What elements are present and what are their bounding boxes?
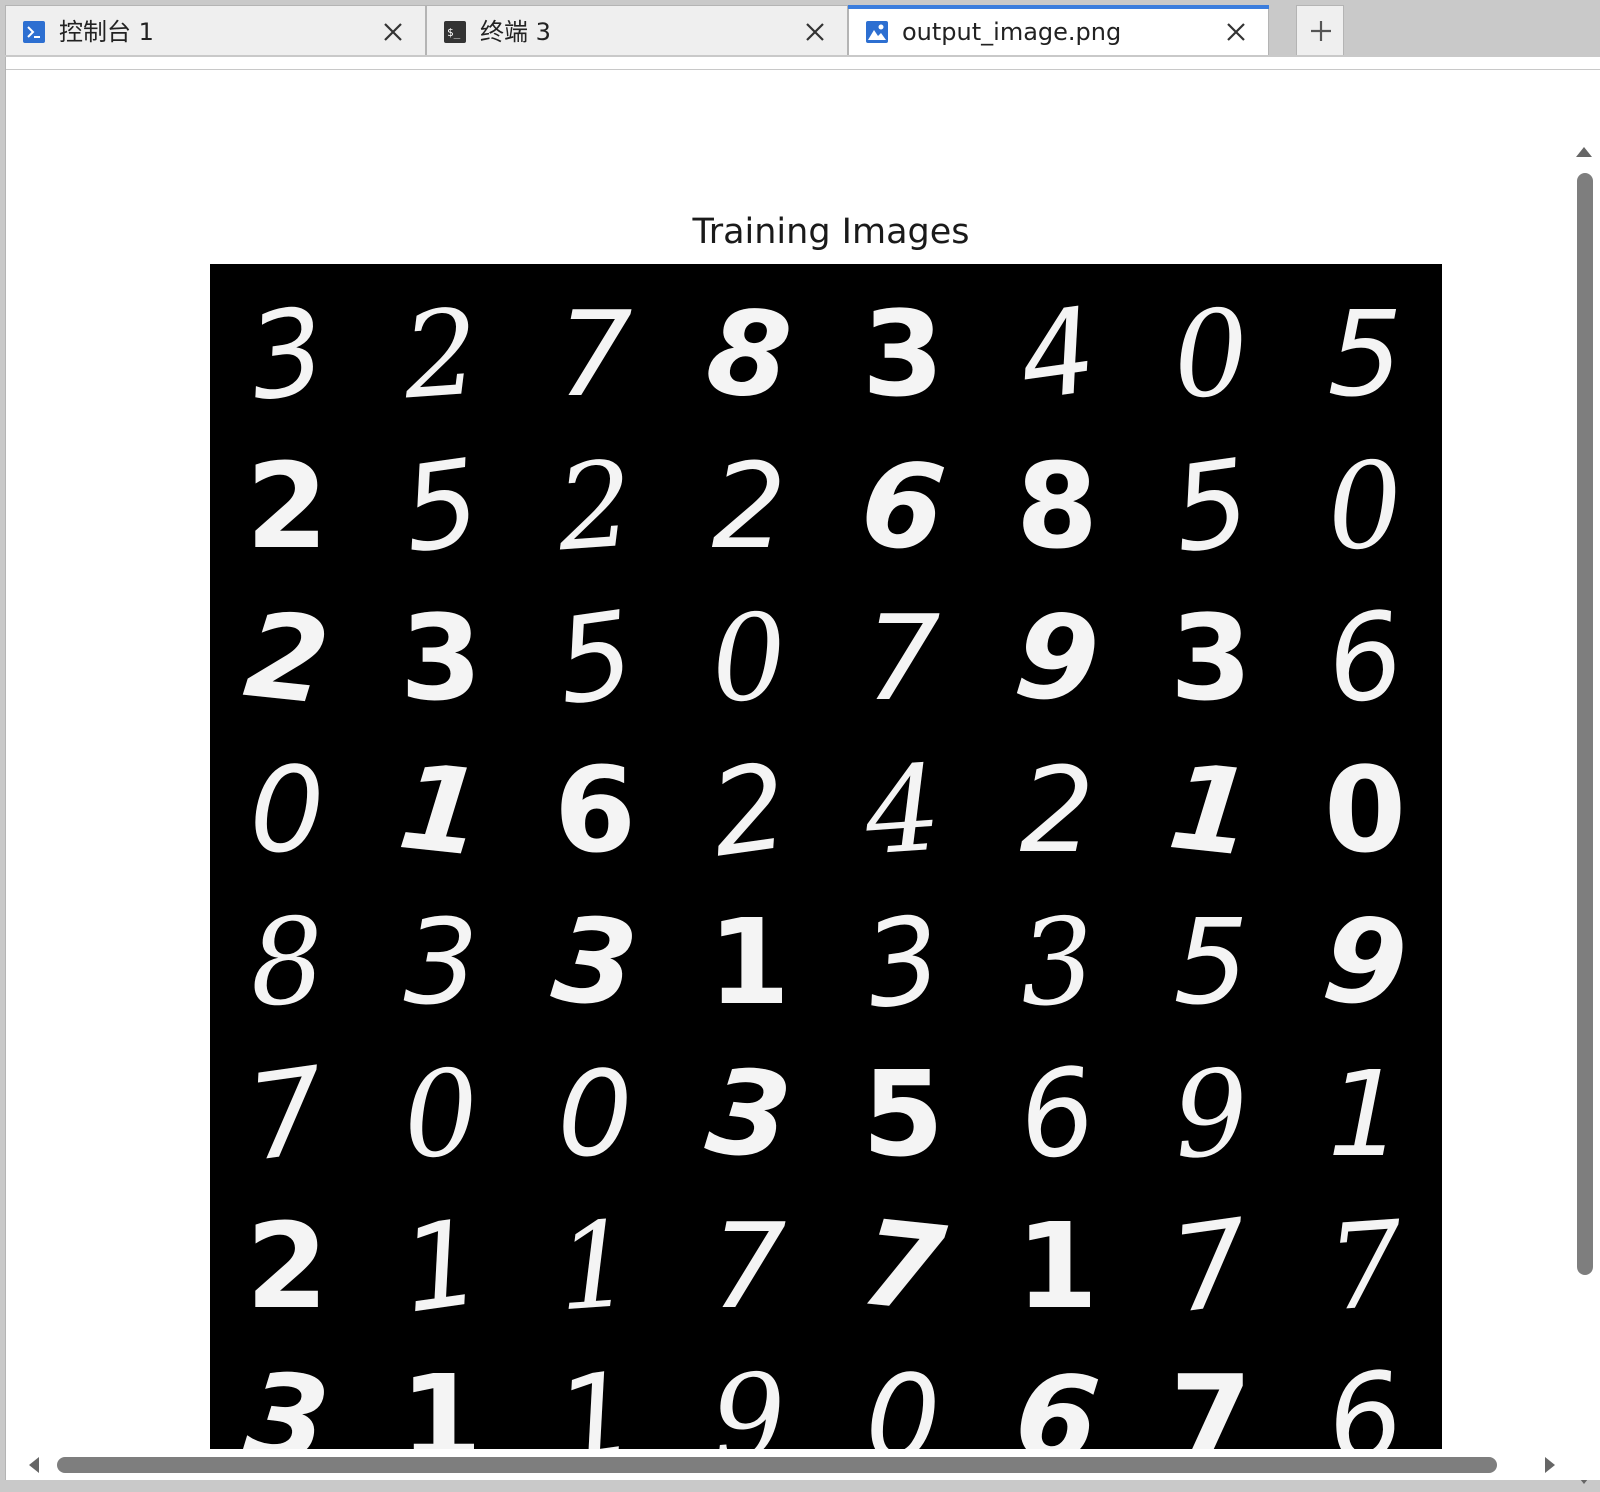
digit-cell: 1 <box>1327 1045 1403 1183</box>
digit-cell: 3 <box>700 1041 798 1187</box>
digit-cell: 5 <box>1173 893 1249 1031</box>
digit-cell: 9 <box>1008 585 1106 731</box>
digit-cell: 5 <box>394 432 488 580</box>
digit-cell: 0 <box>865 1349 941 1449</box>
digit-cell: 6 <box>1318 1344 1412 1449</box>
divider <box>6 69 1600 70</box>
digit-cell: 2 <box>1019 741 1095 879</box>
tab-console-1[interactable]: 控制台 1 <box>5 5 426 55</box>
image-file-icon <box>866 21 888 43</box>
digit-cell: 5 <box>861 1045 945 1183</box>
digit-cell: 6 <box>1008 1345 1106 1449</box>
svg-text:$_: $_ <box>447 26 461 39</box>
digit-cell: 0 <box>706 586 792 730</box>
digit-cell: 0 <box>1322 434 1408 578</box>
tab-label: 终端 3 <box>480 18 551 46</box>
digit-cell: 2 <box>245 437 329 575</box>
digit-cell: 7 <box>711 1197 787 1335</box>
digit-cell: 9 <box>706 1346 792 1449</box>
horizontal-scrollbar[interactable] <box>11 1448 1574 1480</box>
digit-cell: 8 <box>244 890 330 1034</box>
digit-cell: 2 <box>702 736 796 884</box>
digit-cell: 1 <box>394 1192 488 1340</box>
digit-cell: 7 <box>865 589 941 727</box>
digit-cell: 2 <box>711 437 787 575</box>
digit-cell: 3 <box>240 280 334 428</box>
digit-cell: 5 <box>1164 432 1258 580</box>
tab-terminal-3[interactable]: $_ 终端 3 <box>426 5 848 55</box>
close-icon[interactable] <box>1224 20 1248 44</box>
digit-cell: 0 <box>1323 741 1407 879</box>
digit-grid: 3278340525226850235079360162421083313359… <box>210 278 1442 1449</box>
digit-cell: 2 <box>552 434 638 578</box>
tab-label: 控制台 1 <box>59 18 154 46</box>
digit-cell: 7 <box>1322 1194 1408 1338</box>
vertical-scroll-thumb[interactable] <box>1577 173 1593 1275</box>
digit-cell: 7 <box>1164 1192 1258 1340</box>
vertical-scrollbar[interactable] <box>1568 137 1600 1492</box>
digit-cell: 2 <box>398 282 484 426</box>
terminal-icon: $_ <box>444 21 466 43</box>
digit-cell: 1 <box>392 737 490 883</box>
digit-cell: 9 <box>1316 889 1414 1035</box>
digit-cell: 7 <box>240 1040 334 1188</box>
image-viewer: Training Images 327834052522685023507936… <box>5 57 1600 1484</box>
digit-cell: 6 <box>1318 584 1412 732</box>
digit-cell: 1 <box>707 893 791 1031</box>
close-icon[interactable] <box>803 20 827 44</box>
tab-label: output_image.png <box>902 18 1122 46</box>
digit-cell: 3 <box>861 285 945 423</box>
digit-cell: 1 <box>399 1349 483 1449</box>
horizontal-scroll-thumb[interactable] <box>57 1457 1497 1473</box>
digit-cell: 3 <box>238 1345 336 1449</box>
tab-output-image[interactable]: output_image.png <box>848 5 1269 55</box>
digit-cell: 5 <box>548 584 642 732</box>
digit-cell: 7 <box>1169 1349 1253 1449</box>
digit-cell: 3 <box>856 888 950 1036</box>
digit-cell: 0 <box>249 741 325 879</box>
scroll-left-icon[interactable] <box>25 1455 41 1475</box>
digit-cell: 0 <box>557 1045 633 1183</box>
console-icon <box>23 21 45 43</box>
scroll-corner <box>1568 1448 1600 1480</box>
digit-cell: 3 <box>546 889 644 1035</box>
scroll-right-icon[interactable] <box>1543 1455 1559 1475</box>
digit-cell: 3 <box>1169 589 1253 727</box>
digit-cell: 3 <box>1014 890 1100 1034</box>
digit-cell: 1 <box>548 1344 642 1449</box>
digit-cell: 4 <box>860 738 946 882</box>
digit-cell: 6 <box>553 741 637 879</box>
digit-cell: 2 <box>245 1197 329 1335</box>
plus-icon <box>1311 21 1331 41</box>
digit-cell: 0 <box>1168 282 1254 426</box>
digit-cell: 3 <box>399 589 483 727</box>
digit-cell: 1 <box>552 1194 638 1338</box>
tab-bar: 控制台 1 $_ 终端 3 output_image.png <box>0 0 1600 57</box>
close-icon[interactable] <box>381 20 405 44</box>
training-images-grid: 3278340525226850235079360162421083313359… <box>210 264 1442 1449</box>
add-tab-button[interactable] <box>1296 5 1344 55</box>
digit-cell: 2 <box>238 585 336 731</box>
digit-cell: 6 <box>854 433 952 579</box>
digit-cell: 5 <box>1327 285 1403 423</box>
digit-cell: 1 <box>1015 1197 1099 1335</box>
scroll-up-icon[interactable] <box>1574 143 1594 159</box>
digit-cell: 7 <box>854 1193 952 1339</box>
digit-cell: 7 <box>557 285 633 423</box>
digit-cell: 6 <box>1010 1040 1104 1188</box>
digit-cell: 8 <box>700 281 798 427</box>
digit-cell: 3 <box>403 893 479 1031</box>
digit-cell: 9 <box>1168 1042 1254 1186</box>
figure-title: Training Images <box>692 212 970 252</box>
digit-cell: 0 <box>398 1042 484 1186</box>
digit-cell: 1 <box>1162 737 1260 883</box>
digit-cell: 8 <box>1015 437 1099 575</box>
digit-cell: 4 <box>1010 280 1104 428</box>
